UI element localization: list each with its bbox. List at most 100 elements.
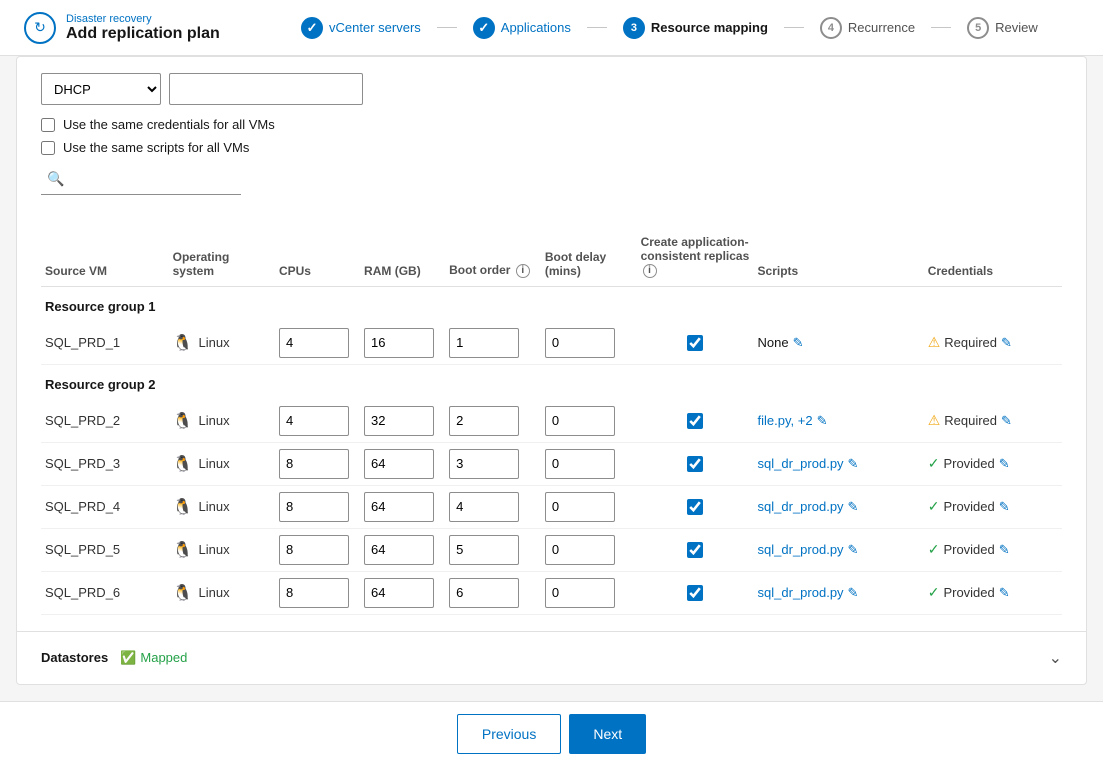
replicas-info-icon[interactable]: i: [643, 264, 657, 278]
cpu-input[interactable]: [279, 578, 349, 608]
table-row: SQL_PRD_2🐧Linuxfile.py, +2✎⚠Required✎: [41, 400, 1062, 443]
cred-edit-icon[interactable]: ✎: [999, 456, 1010, 472]
step-vcenter-servers[interactable]: ✓ vCenter servers: [285, 17, 437, 39]
cred-edit-icon[interactable]: ✎: [999, 499, 1010, 515]
cred-edit-icon[interactable]: ✎: [1001, 413, 1012, 429]
replica-0-0[interactable]: [637, 322, 754, 365]
boot-order-input[interactable]: [449, 449, 519, 479]
cred-edit-icon[interactable]: ✎: [1001, 335, 1012, 351]
th-credentials: Credentials: [924, 227, 1062, 286]
script-link[interactable]: sql_dr_prod.py: [758, 585, 844, 600]
script-link[interactable]: file.py, +2: [758, 413, 813, 428]
script-edit-icon[interactable]: ✎: [848, 456, 859, 472]
replica-checkbox[interactable]: [687, 456, 703, 472]
cpu-input[interactable]: [279, 535, 349, 565]
same-credentials-checkbox[interactable]: [41, 118, 55, 132]
script-link[interactable]: sql_dr_prod.py: [758, 542, 844, 557]
search-input[interactable]: [41, 163, 241, 195]
boot-delay-input[interactable]: [545, 328, 615, 358]
boot-delay-input[interactable]: [545, 535, 615, 565]
cred-edit-icon[interactable]: ✎: [999, 585, 1010, 601]
replica-1-4[interactable]: [637, 571, 754, 614]
cpu-1-0[interactable]: [275, 400, 360, 443]
step-recurrence[interactable]: 4 Recurrence: [804, 17, 931, 39]
ram-input[interactable]: [364, 492, 434, 522]
replica-checkbox[interactable]: [687, 335, 703, 351]
replica-checkbox[interactable]: [687, 585, 703, 601]
group-header-1: Resource group 1: [41, 286, 1062, 322]
replica-1-1[interactable]: [637, 442, 754, 485]
boot-order-1-1[interactable]: [445, 442, 541, 485]
disaster-recovery-icon: ↻: [24, 12, 56, 44]
boot-order-input[interactable]: [449, 578, 519, 608]
cpu-input[interactable]: [279, 492, 349, 522]
dhcp-select[interactable]: DHCP: [41, 73, 161, 105]
step-resource-mapping[interactable]: 3 Resource mapping: [607, 17, 784, 39]
boot-order-input[interactable]: [449, 406, 519, 436]
boot-delay-1-2[interactable]: [541, 485, 637, 528]
boot-order-0-0[interactable]: [445, 322, 541, 365]
boot-order-1-4[interactable]: [445, 571, 541, 614]
same-scripts-checkbox[interactable]: [41, 141, 55, 155]
boot-order-1-0[interactable]: [445, 400, 541, 443]
boot-delay-0-0[interactable]: [541, 322, 637, 365]
boot-delay-1-3[interactable]: [541, 528, 637, 571]
boot-delay-1-1[interactable]: [541, 442, 637, 485]
script-link[interactable]: sql_dr_prod.py: [758, 499, 844, 514]
boot-delay-1-0[interactable]: [541, 400, 637, 443]
boot-delay-input[interactable]: [545, 449, 615, 479]
boot-delay-input[interactable]: [545, 406, 615, 436]
replica-checkbox[interactable]: [687, 413, 703, 429]
cpu-1-2[interactable]: [275, 485, 360, 528]
credentials-1-0: ⚠Required✎: [924, 400, 1062, 443]
boot-order-input[interactable]: [449, 535, 519, 565]
script-edit-icon[interactable]: ✎: [848, 499, 859, 515]
step-review[interactable]: 5 Review: [951, 17, 1054, 39]
previous-button[interactable]: Previous: [457, 714, 561, 754]
replica-1-2[interactable]: [637, 485, 754, 528]
ram-1-0[interactable]: [360, 400, 445, 443]
cpu-1-4[interactable]: [275, 571, 360, 614]
cpu-1-3[interactable]: [275, 528, 360, 571]
cpu-input[interactable]: [279, 449, 349, 479]
ram-input[interactable]: [364, 535, 434, 565]
replica-1-3[interactable]: [637, 528, 754, 571]
datastores-row[interactable]: Datastores ✅ Mapped ⌄: [17, 631, 1086, 684]
script-edit-icon[interactable]: ✎: [817, 413, 828, 429]
boot-order-input[interactable]: [449, 328, 519, 358]
cred-edit-icon[interactable]: ✎: [999, 542, 1010, 558]
cpu-input[interactable]: [279, 328, 349, 358]
script-edit-icon[interactable]: ✎: [848, 542, 859, 558]
ram-1-4[interactable]: [360, 571, 445, 614]
ram-0-0[interactable]: [360, 322, 445, 365]
next-button[interactable]: Next: [569, 714, 646, 754]
credentials-1-1: ✓Provided✎: [924, 442, 1062, 485]
cpu-1-1[interactable]: [275, 442, 360, 485]
boot-order-info-icon[interactable]: i: [516, 264, 530, 278]
ram-1-3[interactable]: [360, 528, 445, 571]
ram-input[interactable]: [364, 449, 434, 479]
th-cpus: CPUs: [275, 227, 360, 286]
script-link[interactable]: sql_dr_prod.py: [758, 456, 844, 471]
replica-checkbox[interactable]: [687, 542, 703, 558]
ram-1-1[interactable]: [360, 442, 445, 485]
boot-order-1-3[interactable]: [445, 528, 541, 571]
boot-delay-input[interactable]: [545, 578, 615, 608]
ram-input[interactable]: [364, 406, 434, 436]
boot-order-input[interactable]: [449, 492, 519, 522]
cpu-input[interactable]: [279, 406, 349, 436]
script-edit-icon[interactable]: ✎: [848, 585, 859, 601]
scripts-1-0: file.py, +2 ✎: [754, 400, 924, 443]
replica-checkbox[interactable]: [687, 499, 703, 515]
step-applications[interactable]: ✓ Applications: [457, 17, 587, 39]
replica-1-0[interactable]: [637, 400, 754, 443]
ram-1-2[interactable]: [360, 485, 445, 528]
cpu-0-0[interactable]: [275, 322, 360, 365]
ram-input[interactable]: [364, 328, 434, 358]
ip-text-input[interactable]: [169, 73, 363, 105]
boot-delay-input[interactable]: [545, 492, 615, 522]
ram-input[interactable]: [364, 578, 434, 608]
script-edit-icon[interactable]: ✎: [793, 335, 804, 351]
boot-order-1-2[interactable]: [445, 485, 541, 528]
boot-delay-1-4[interactable]: [541, 571, 637, 614]
